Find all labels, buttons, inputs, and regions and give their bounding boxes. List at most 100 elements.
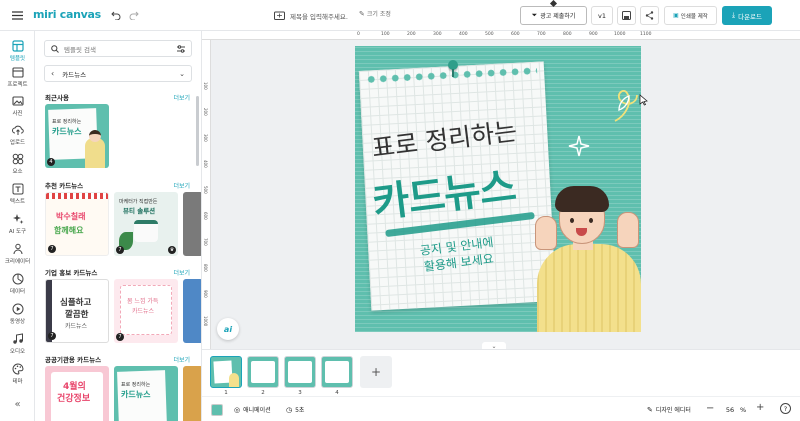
animation-label: 애니메이션: [243, 407, 271, 414]
rail-item-text[interactable]: 텍스트: [0, 183, 35, 205]
thumb-title-line1: 심플하고: [60, 298, 92, 308]
print-button[interactable]: ▣ 인쇄물 제작: [664, 6, 717, 25]
star-doodle-icon: [568, 135, 590, 157]
ad-submit-button[interactable]: ⏷ 광고 제출하기: [520, 6, 587, 25]
search-box[interactable]: 템플릿 검색: [44, 40, 192, 57]
add-page-button[interactable]: +: [360, 356, 392, 388]
background-color-swatch[interactable]: [211, 404, 223, 416]
print-icon: ▣: [673, 12, 679, 19]
ai-assistant-button[interactable]: ai: [217, 318, 239, 340]
mini-card: [288, 361, 312, 383]
chevron-down-icon: ⌄: [179, 69, 185, 78]
text-icon: [12, 183, 23, 195]
recommended-template-thumb-partial[interactable]: [183, 192, 201, 256]
person-eye-right: [589, 218, 593, 223]
version-button[interactable]: v1: [591, 6, 613, 25]
rail-item-creator[interactable]: 크리에이터: [0, 243, 35, 265]
print-label: 인쇄물 제작: [680, 13, 708, 20]
rail-label: 데이터: [9, 289, 26, 295]
project-icon: [11, 67, 24, 78]
ruler-tick: 500: [203, 186, 208, 194]
undo-icon[interactable]: [110, 9, 122, 21]
ruler-tick: 500: [485, 32, 494, 37]
public-template-thumb[interactable]: 4월의 건강정보: [45, 366, 109, 421]
rail-item-photo[interactable]: 사진: [0, 95, 35, 117]
ai-icon: ai: [223, 324, 233, 334]
rail-item-video[interactable]: 동영상: [0, 303, 35, 325]
public-template-thumb-partial[interactable]: [183, 366, 201, 421]
folder-icon[interactable]: [273, 9, 285, 21]
save-button[interactable]: [617, 6, 636, 25]
recommended-template-thumb[interactable]: 박수칠래 함께해요 7: [45, 192, 109, 256]
resize-button[interactable]: ✎ 크기 조정: [359, 9, 391, 19]
menu-icon[interactable]: [11, 9, 23, 21]
filter-icon[interactable]: [177, 44, 185, 53]
download-icon: ⤓: [731, 11, 736, 19]
zoom-value[interactable]: 56: [722, 406, 738, 414]
page-thumb-1[interactable]: [210, 356, 242, 388]
pushpin-needle: [452, 69, 454, 77]
search-input[interactable]: 템플릿 검색: [64, 44, 172, 54]
more-link-recent[interactable]: 더보기: [173, 93, 190, 102]
theme-icon: [12, 363, 24, 375]
thumb-product: [134, 220, 158, 242]
rail-item-data[interactable]: 데이터: [0, 273, 35, 295]
recent-template-thumb[interactable]: 표로 정리하는 카드뉴스 4: [45, 104, 109, 168]
ruler-tick: 200: [203, 108, 208, 116]
duration-button[interactable]: ◷ 5초: [286, 405, 304, 415]
ruler-tick: 700: [203, 238, 208, 246]
share-button[interactable]: [640, 6, 659, 25]
ruler-tick: 100: [203, 82, 208, 90]
thumb-title-line1: 표로 정리하는: [121, 382, 151, 388]
rail-item-project[interactable]: 프로젝트: [0, 66, 35, 88]
category-select[interactable]: ‹ 카드뉴스 ⌄: [44, 65, 192, 82]
design-editor-button[interactable]: ✎ 디자인 에디터: [647, 405, 691, 415]
ruler-tick: 200: [407, 32, 416, 37]
ruler-tick: 300: [203, 134, 208, 142]
document-title-input[interactable]: 제목을 입력해주세요.: [290, 11, 348, 21]
panel-scrollbar[interactable]: [196, 96, 199, 166]
page-thumb-4[interactable]: [321, 356, 353, 388]
more-link-recommended[interactable]: 더보기: [173, 181, 190, 190]
template-icon: [11, 40, 24, 52]
public-template-thumb[interactable]: 표로 정리하는 카드뉴스: [114, 366, 178, 421]
download-button[interactable]: ⤓ 다운로드: [722, 6, 772, 25]
more-link-corporate[interactable]: 더보기: [173, 268, 190, 277]
rail-item-upload[interactable]: 업로드: [0, 124, 35, 146]
corporate-template-thumb-partial[interactable]: [183, 279, 201, 343]
rail-label: 요소: [12, 169, 23, 175]
corporate-template-thumb[interactable]: 봄 느낌 가득 카드뉴스 7: [114, 279, 178, 343]
collapse-rail-button[interactable]: «: [0, 399, 35, 410]
corporate-template-thumb[interactable]: 심플하고 깔끔한 카드뉴스 7: [45, 279, 109, 343]
rail-item-ai-tools[interactable]: AI 도구: [0, 213, 35, 235]
page-thumb-2[interactable]: [247, 356, 279, 388]
recommended-template-thumb[interactable]: 마케터가 직접만든 뷰티 솔루션 7 ♛: [114, 192, 178, 256]
canvas-workspace[interactable]: 0 100 200 300 400 500 600 700 800 900 10…: [202, 31, 800, 350]
redo-icon[interactable]: [128, 9, 140, 21]
zoom-out-button[interactable]: −: [706, 403, 714, 414]
chevron-left-icon[interactable]: ‹: [51, 69, 54, 78]
animation-button[interactable]: ◎ 애니메이션: [234, 405, 271, 415]
more-link-public[interactable]: 더보기: [173, 355, 190, 364]
design-page[interactable]: 표로 정리하는 카드뉴스 공지 및 안내에 활용해 보세요: [355, 46, 641, 332]
left-rail: 템플릿 프로젝트 사진 업로드 요소 텍스트 AI 도구 크리에이터 데이터 동…: [0, 31, 35, 421]
rail-label: AI 도구: [8, 229, 27, 235]
page-thumb-3[interactable]: [284, 356, 316, 388]
thumb-title-line3: 카드뉴스: [65, 323, 88, 330]
zoom-in-button[interactable]: +: [756, 402, 764, 413]
rail-item-audio[interactable]: 오디오: [0, 333, 35, 355]
rail-label: 동영상: [9, 319, 26, 325]
thumb-title-line2: 카드뉴스: [121, 390, 151, 399]
thumb-title-line1: 표로 정리하는: [52, 119, 82, 125]
person-hair: [555, 186, 609, 212]
ruler-tick: 1000: [614, 32, 626, 37]
rail-label: 오디오: [9, 349, 26, 355]
ruler-tick: 600: [511, 32, 520, 37]
rail-item-template[interactable]: 템플릿: [0, 40, 35, 62]
help-icon[interactable]: ?: [780, 403, 791, 414]
logo[interactable]: miri canvas: [33, 8, 101, 21]
rail-item-theme[interactable]: 테마: [0, 363, 35, 385]
rail-item-elements[interactable]: 요소: [0, 153, 35, 175]
person-hand-right: [617, 212, 639, 248]
page-count-badge: 7: [116, 246, 124, 254]
